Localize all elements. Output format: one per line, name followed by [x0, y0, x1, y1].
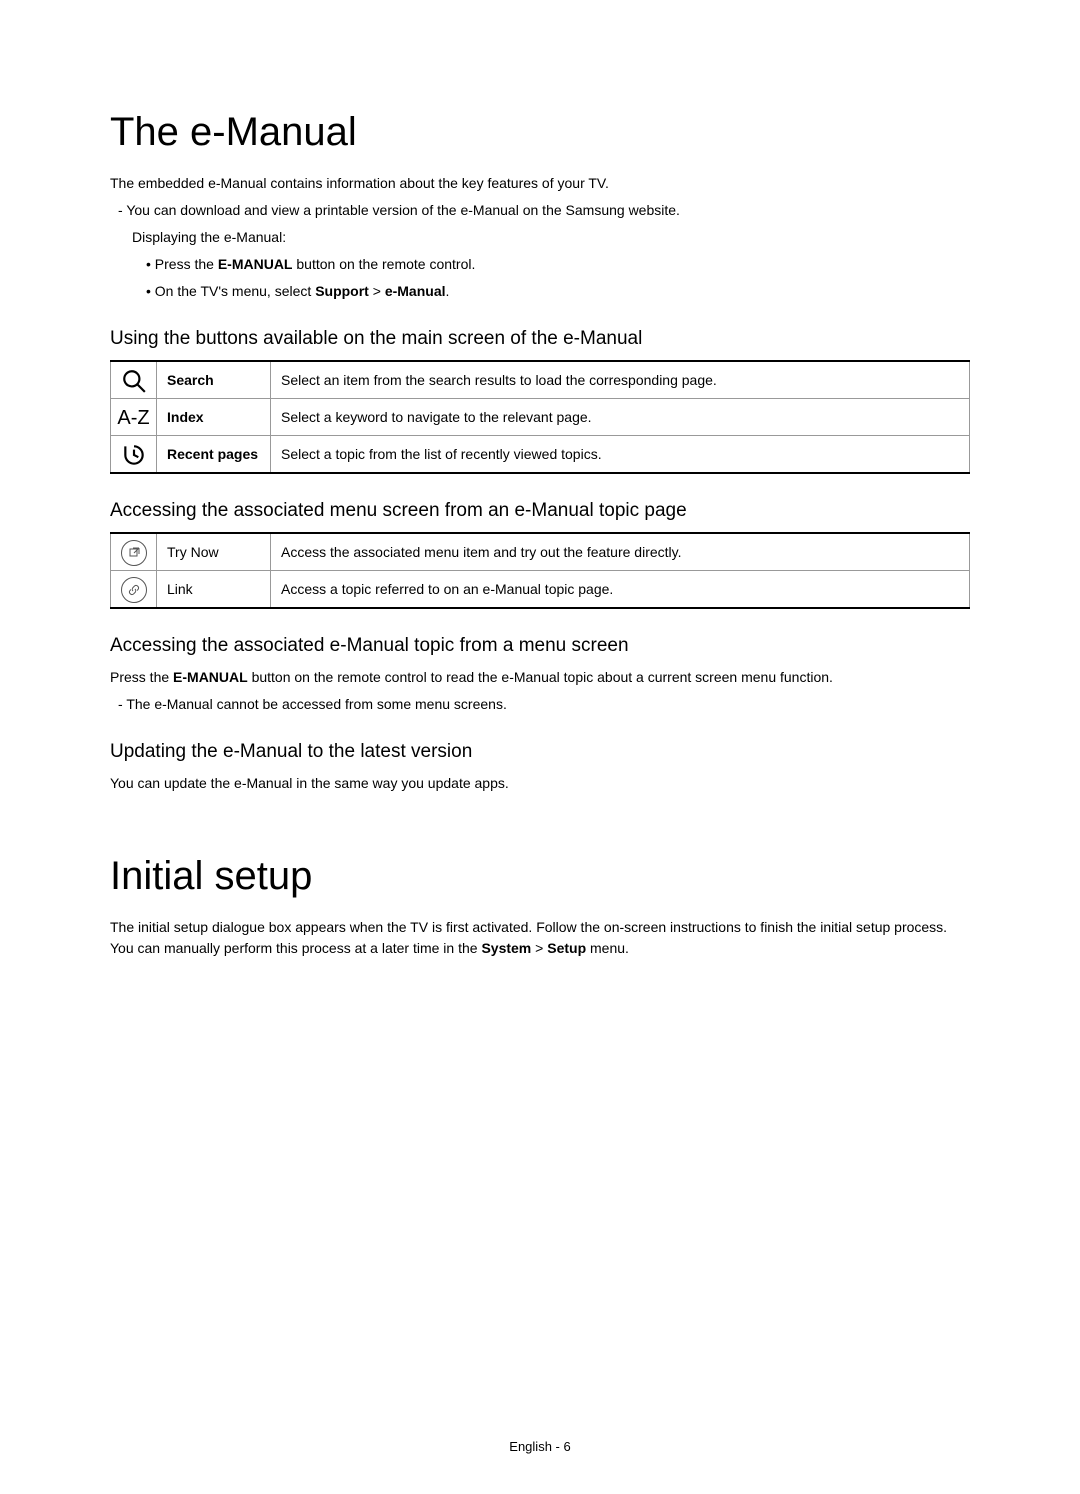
- cell-label: Recent pages: [157, 436, 271, 474]
- sub3-line: Press the E-MANUAL button on the remote …: [110, 667, 970, 688]
- sub3-note: The e-Manual cannot be accessed from som…: [110, 694, 970, 715]
- bullet-press: Press the E-MANUAL button on the remote …: [110, 254, 970, 275]
- heading-emanual: The e-Manual: [110, 110, 970, 155]
- table-row: Try Now Access the associated menu item …: [111, 533, 970, 571]
- table-row: Search Select an item from the search re…: [111, 361, 970, 399]
- sub4-line: You can update the e-Manual in the same …: [110, 773, 970, 794]
- cell-label: Search: [157, 361, 271, 399]
- cell-desc: Select an item from the search results t…: [271, 361, 970, 399]
- cell-icon: A-Z: [111, 399, 157, 436]
- subheading-from-menu: Accessing the associated e-Manual topic …: [110, 635, 970, 657]
- cell-label: Link: [157, 571, 271, 609]
- table-row: Recent pages Select a topic from the lis…: [111, 436, 970, 474]
- cell-desc: Access the associated menu item and try …: [271, 533, 970, 571]
- initial-setup-para: The initial setup dialogue box appears w…: [110, 917, 970, 959]
- table-row: A-Z Index Select a keyword to navigate t…: [111, 399, 970, 436]
- cell-desc: Access a topic referred to on an e-Manua…: [271, 571, 970, 609]
- table-buttons: Search Select an item from the search re…: [110, 360, 970, 474]
- cell-desc: Select a keyword to navigate to the rele…: [271, 399, 970, 436]
- subheading-updating: Updating the e-Manual to the latest vers…: [110, 741, 970, 763]
- cell-desc: Select a topic from the list of recently…: [271, 436, 970, 474]
- bullet-displaying: Displaying the e-Manual:: [110, 227, 970, 248]
- bullet-menu: On the TV's menu, select Support > e-Man…: [110, 281, 970, 302]
- subheading-accessing-menu: Accessing the associated menu screen fro…: [110, 500, 970, 522]
- page-content: The e-Manual The embedded e-Manual conta…: [0, 0, 1080, 959]
- cell-label: Index: [157, 399, 271, 436]
- bullet-download: You can download and view a printable ve…: [110, 200, 970, 221]
- cell-icon: [111, 571, 157, 609]
- search-icon: [121, 368, 147, 394]
- table-row: Link Access a topic referred to on an e-…: [111, 571, 970, 609]
- cell-label: Try Now: [157, 533, 271, 571]
- cell-icon: [111, 533, 157, 571]
- recent-icon: [121, 442, 147, 468]
- index-icon: A-Z: [117, 407, 149, 429]
- cell-icon: [111, 436, 157, 474]
- subheading-buttons: Using the buttons available on the main …: [110, 328, 970, 350]
- intro-text: The embedded e-Manual contains informati…: [110, 173, 970, 194]
- section-initial-setup: Initial setup The initial setup dialogue…: [110, 854, 970, 959]
- trynow-icon: [121, 540, 147, 566]
- cell-icon: [111, 361, 157, 399]
- table-accessing: Try Now Access the associated menu item …: [110, 532, 970, 609]
- page-footer: English - 6: [0, 1439, 1080, 1454]
- heading-initial-setup: Initial setup: [110, 854, 970, 899]
- link-icon: [121, 577, 147, 603]
